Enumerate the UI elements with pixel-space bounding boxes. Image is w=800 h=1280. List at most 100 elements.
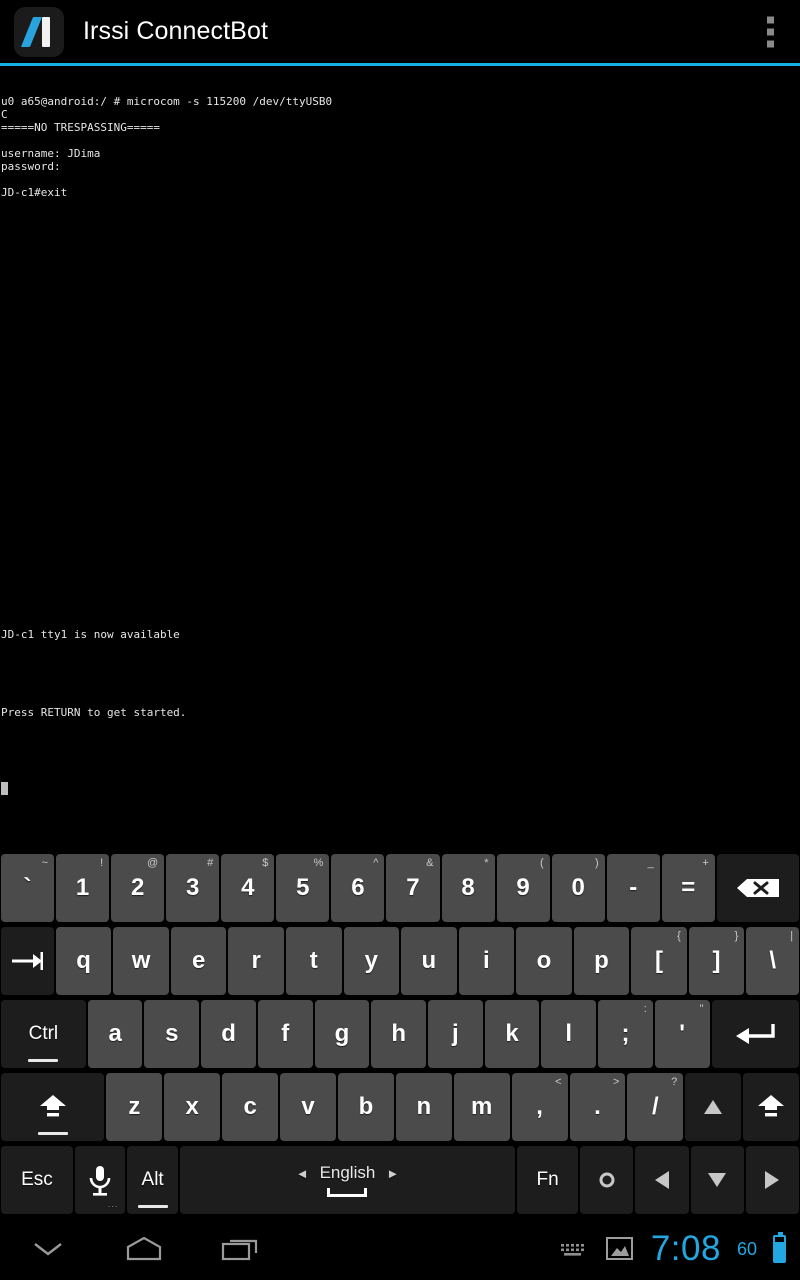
key-r[interactable]: r [228,927,284,995]
key-backspace[interactable] [716,854,800,922]
key-equals[interactable]: = + [661,854,715,922]
language-switcher[interactable]: ◄ English ► [296,1163,400,1183]
key-esc[interactable]: Esc [1,1146,73,1214]
key-n[interactable]: n [395,1073,452,1141]
key-space[interactable]: ◄ English ► [179,1146,516,1214]
key-e[interactable]: e [170,927,227,995]
terminal-output[interactable]: u0 a65@android:/ # microcom -s 115200 /d… [0,66,800,850]
key-slash[interactable]: /? [627,1073,684,1141]
key-i[interactable]: i [458,927,515,995]
key-y[interactable]: y [343,927,400,995]
key-0[interactable]: 0) [551,854,605,922]
key-t[interactable]: t [285,927,342,995]
key-g[interactable]: g [314,1000,370,1068]
language-prev-icon[interactable]: ◄ [296,1166,309,1181]
key-s[interactable]: s [144,1000,200,1068]
key-arrow-down[interactable] [690,1146,744,1214]
key-c[interactable]: c [222,1073,279,1141]
key-3[interactable]: 3 # [166,854,220,922]
key-v[interactable]: v [280,1073,336,1141]
arrow-up-icon [704,1100,723,1114]
key-microphone[interactable]: ... [74,1146,126,1214]
key-period[interactable]: . > [569,1073,626,1141]
terminal-line: username: JDima [1,147,101,160]
key-1[interactable]: 1! [56,854,110,922]
language-next-icon[interactable]: ► [386,1166,399,1181]
key-o-label: o [536,947,552,974]
key-p-label: p [594,947,609,974]
key-backtick[interactable]: ` ~ [1,854,55,922]
key-backslash[interactable]: \ | [746,927,800,995]
key-tab[interactable] [1,927,54,995]
key-9[interactable]: 9( [496,854,550,922]
backspace-icon [736,879,779,897]
key-l[interactable]: l [541,1000,597,1068]
key-q-label: q [76,947,91,974]
key-backslash-label: \ [769,947,777,974]
key-q[interactable]: q [55,927,112,995]
hide-keyboard-button[interactable] [0,1239,96,1259]
key-ctrl[interactable]: Ctrl [1,1000,86,1068]
key-settings[interactable] [580,1146,634,1214]
key-u[interactable]: u [401,927,457,995]
key-esc-label: Esc [21,1169,53,1190]
key-p[interactable]: p [573,927,630,995]
key-z[interactable]: z [106,1073,163,1141]
key-7-label: 7 [406,874,420,901]
key-5[interactable]: 5% [276,854,330,922]
key-alt[interactable]: Alt [127,1146,178,1214]
android-screen: Irssi ConnectBot u0 a65@android:/ # micr… [0,0,800,1280]
overflow-menu-button[interactable] [767,16,774,47]
key-j[interactable]: j [428,1000,483,1068]
logo-bar-shape [42,16,50,47]
key-semicolon[interactable]: ;: [598,1000,653,1068]
key-x[interactable]: x [164,1073,221,1141]
key-d-label: d [221,1020,236,1047]
key-comma[interactable]: , < [511,1073,568,1141]
key-shift-left[interactable] [1,1073,105,1141]
key-w[interactable]: w [113,927,169,995]
terminal-line: password: [1,160,61,173]
key-a[interactable]: a [87,1000,143,1068]
key-fn[interactable]: Fn [517,1146,579,1214]
key-m[interactable]: m [453,1073,510,1141]
key-o[interactable]: o [516,927,572,995]
key-shift-left-modifier-indicator [37,1132,68,1135]
logo-slash-shape [20,16,43,47]
key-b[interactable]: b [337,1073,394,1141]
battery-icon [773,1232,786,1263]
key-arrow-up[interactable] [685,1073,742,1141]
key-k[interactable]: k [484,1000,540,1068]
key-f[interactable]: f [257,1000,313,1068]
key-shift-right[interactable] [743,1073,800,1141]
key-6[interactable]: 6 ^ [331,854,385,922]
key-arrow-left[interactable] [635,1146,689,1214]
key-bracket-left[interactable]: [{ [631,927,687,995]
key-enter[interactable] [711,1000,800,1068]
key-j-label: j [452,1020,459,1047]
key-7[interactable]: 7 & [386,854,440,922]
key-a-label: a [108,1020,122,1047]
home-button[interactable] [96,1235,192,1263]
key-8[interactable]: 8 * [441,854,495,922]
key-arrow-right[interactable] [745,1146,799,1214]
key-apostrophe-alt-label: " [699,1003,704,1015]
key-minus[interactable]: - _ [606,854,660,922]
key-bracket-right[interactable]: ]} [688,927,745,995]
key-h[interactable]: h [371,1000,426,1068]
key-d[interactable]: d [201,1000,256,1068]
key-apostrophe[interactable]: ' " [654,1000,710,1068]
key-4[interactable]: 4 $ [221,854,275,922]
recent-apps-button[interactable] [192,1235,288,1263]
soft-keyboard[interactable]: ` ~1! 2 @3 #4 $5% 6 ^ 7 & 8 * 9(0) - _ = + q w e r t y u i o p [{]}… [0,850,800,1218]
key-2[interactable]: 2 @ [111,854,165,922]
